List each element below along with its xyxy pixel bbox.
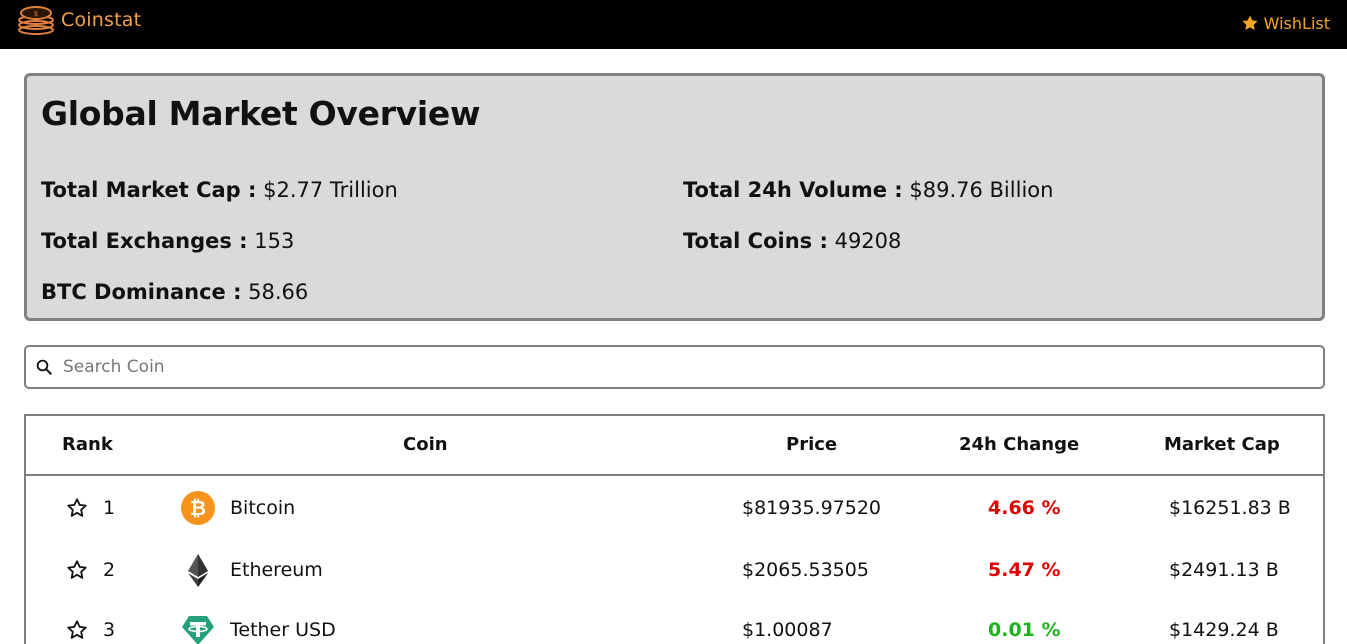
coin-stack-logo-icon: $ [18, 6, 54, 35]
table-header: Rank Coin Price 24h Change Market Cap [26, 416, 1323, 476]
change-value: 5.47 % [988, 559, 1061, 581]
star-filled-icon [1241, 15, 1258, 30]
search-input[interactable] [63, 357, 1263, 377]
rank-value: 1 [103, 497, 116, 519]
stat-value: 58.66 [248, 280, 309, 304]
coin-name[interactable]: Bitcoin [230, 497, 295, 519]
wishlist-link[interactable]: WishList [1241, 11, 1330, 35]
brand-link[interactable]: $ Coinstat [17, 5, 141, 35]
coin-name[interactable]: Ethereum [230, 559, 323, 581]
stat-label: Total Market Cap : [41, 178, 257, 202]
global-market-overview-card: Global Market Overview Total Market Cap … [24, 73, 1325, 321]
stat-total-market-cap: Total Market Cap : $2.77 Trillion [41, 178, 398, 202]
market-cap-value: $16251.83 B [1169, 497, 1291, 519]
ethereum-icon [188, 554, 208, 587]
change-value: 4.66 % [988, 497, 1061, 519]
stat-value: 49208 [834, 229, 902, 253]
rank-value: 3 [103, 619, 116, 641]
star-outline-icon[interactable] [66, 559, 88, 581]
stat-value: 153 [254, 229, 295, 253]
stat-label: Total Exchanges : [41, 229, 248, 253]
stat-label: Total Coins : [683, 229, 828, 253]
change-value: 0.01 % [988, 619, 1061, 641]
stat-btc-dominance: BTC Dominance : 58.66 [41, 280, 308, 304]
table-row[interactable]: 1 ₿ Bitcoin $81935.97520 4.66 % $16251.8… [26, 478, 1323, 538]
bitcoin-icon: ₿ [181, 491, 215, 525]
svg-text:$: $ [34, 10, 38, 18]
table-row[interactable]: 2 Ethereum $2065.53505 5.47 % $2491.13 B [26, 540, 1323, 600]
star-outline-icon[interactable] [66, 497, 88, 519]
rank-value: 2 [103, 559, 116, 581]
stat-label: BTC Dominance : [41, 280, 242, 304]
tether-icon [182, 616, 214, 644]
overview-title: Global Market Overview [41, 94, 481, 133]
table-row[interactable]: 3 Tether USD $1.00087 0.01 % $1429.24 B [26, 600, 1323, 644]
column-header-coin[interactable]: Coin [403, 434, 448, 455]
search-icon [36, 359, 52, 375]
brand-name: Coinstat [61, 9, 142, 31]
stat-value: $89.76 Billion [909, 178, 1054, 202]
price-value: $1.00087 [742, 619, 833, 641]
market-cap-value: $1429.24 B [1169, 619, 1279, 641]
wishlist-label: WishList [1263, 13, 1330, 33]
column-header-24h-change[interactable]: 24h Change [959, 434, 1079, 455]
stat-total-coins: Total Coins : 49208 [683, 229, 901, 253]
column-header-price[interactable]: Price [786, 434, 837, 455]
search-bar[interactable] [24, 345, 1325, 389]
price-value: $81935.97520 [742, 497, 882, 519]
top-navbar: $ Coinstat WishList [0, 0, 1347, 49]
svg-text:₿: ₿ [190, 496, 206, 520]
column-header-rank[interactable]: Rank [62, 434, 113, 455]
column-header-market-cap[interactable]: Market Cap [1164, 434, 1280, 455]
market-cap-value: $2491.13 B [1169, 559, 1279, 581]
coin-table: Rank Coin Price 24h Change Market Cap 1 … [24, 414, 1325, 644]
stat-label: Total 24h Volume : [683, 178, 903, 202]
stat-total-exchanges: Total Exchanges : 153 [41, 229, 294, 253]
price-value: $2065.53505 [742, 559, 869, 581]
coin-name[interactable]: Tether USD [230, 619, 336, 641]
stat-value: $2.77 Trillion [263, 178, 398, 202]
stat-total-24h-volume: Total 24h Volume : $89.76 Billion [683, 178, 1053, 202]
star-outline-icon[interactable] [66, 619, 88, 641]
